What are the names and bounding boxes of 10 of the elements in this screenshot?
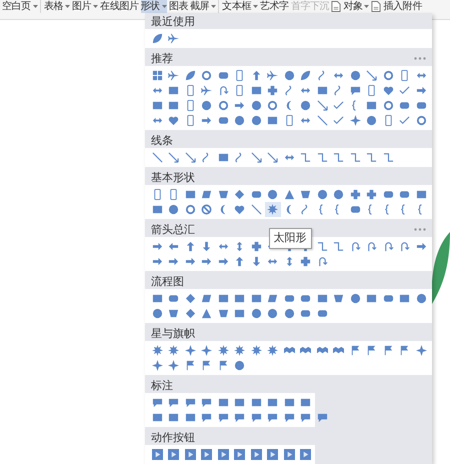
section-title: 基本形状 [151,172,195,182]
tooltip: 太阳形 [268,228,312,248]
section-title: 线条 [151,134,173,146]
section-title: 箭头总汇 [151,224,195,234]
section-title: 流程图 [151,276,184,286]
section-title: 最近使用 [151,16,195,26]
section-title: 动作按钮 [151,432,195,442]
section-title: 星与旗帜 [151,328,195,338]
section-title: 标注 [151,380,173,390]
section-title: 推荐 [151,52,173,64]
